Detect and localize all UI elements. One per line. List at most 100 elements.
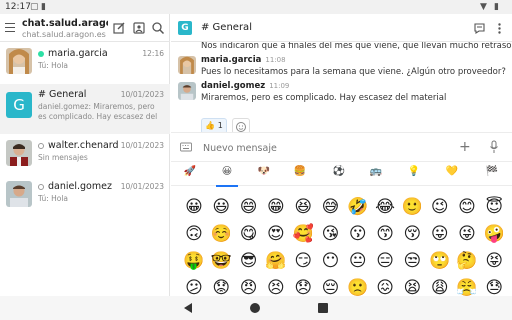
message-author[interactable]: maria.garcia 11:08	[201, 55, 286, 65]
emoji-tab-flags[interactable]: 🏁	[481, 166, 503, 182]
emoji-item[interactable]: 😶	[320, 250, 342, 272]
emoji-tab-activities[interactable]: ⚽	[328, 166, 350, 182]
emoji-item[interactable]: 😃	[210, 196, 232, 218]
chat-header: G # General	[171, 14, 512, 42]
emoji-item[interactable]: 😅	[320, 196, 342, 218]
home-icon[interactable]	[250, 303, 260, 313]
keyboard-icon[interactable]	[180, 142, 192, 152]
emoji-item[interactable]: 😂	[374, 196, 396, 218]
room-date: 12:16	[142, 49, 164, 58]
online-status-icon	[38, 50, 44, 57]
emoji-item[interactable]: 😒	[401, 250, 423, 272]
emoji-tab-food[interactable]: 🍔	[289, 166, 311, 182]
room-item-daniel-gomez[interactable]: daniel.gomez 10/01/2023 Tú: Hola	[0, 176, 170, 216]
emoji-item[interactable]: 😗	[347, 223, 369, 245]
message-input[interactable]	[203, 141, 423, 155]
emoji-tab-travel[interactable]: 🚌	[365, 166, 387, 182]
room-avatar: G	[178, 21, 192, 35]
new-message-icon[interactable]	[112, 21, 126, 35]
emoji-grid: 😀 😃 😄 😁 😆 😅 🤣 😂 🙂 😉 😊 😇 🙃 ☺️ 😋 😍 🥰 😘 😗 😙 😚 😛 😜 🤪 🤑 🤓 😎 🤗 😏 😶 😐 😑 😒 🙄 🤔 😝 😕 😟 😠…	[171, 186, 512, 298]
emoji-item[interactable]: 😄	[238, 196, 260, 218]
server-subtitle: chat.salud.aragon.es	[22, 30, 106, 39]
emoji-item[interactable]: 😑	[374, 250, 396, 272]
message-composer: +	[171, 132, 512, 162]
emoji-tab-smileys[interactable]: 😀	[216, 166, 238, 187]
emoji-item[interactable]: 😆	[292, 196, 314, 218]
directory-icon[interactable]	[132, 21, 146, 35]
nfc-icon: ▢	[30, 2, 39, 12]
room-list-sidebar: chat.salud.aragon.es chat.salud.aragon.e…	[0, 14, 170, 296]
emoji-item[interactable]: 😚	[401, 223, 423, 245]
emoji-item[interactable]: 😀	[183, 196, 205, 218]
emoji-item[interactable]: 😎	[238, 250, 260, 272]
emoji-tab-animals[interactable]: 🐶	[253, 166, 275, 182]
emoji-item[interactable]: 🙃	[183, 223, 205, 245]
emoji-item[interactable]: 😙	[374, 223, 396, 245]
avatar	[6, 140, 32, 166]
server-title[interactable]: chat.salud.aragon.es	[22, 18, 108, 29]
room-name: daniel.gomez	[38, 181, 112, 192]
sim-icon: ▮	[41, 2, 46, 12]
emoji-item[interactable]: 🥰	[292, 223, 314, 245]
message-author[interactable]: daniel.gomez 11:09	[201, 81, 289, 91]
room-name: maria.garcia	[38, 48, 108, 59]
emoji-item[interactable]: 😉	[429, 196, 451, 218]
emoji-tab-recent[interactable]: 🚀	[179, 166, 201, 182]
emoji-item[interactable]: 🤗	[265, 250, 287, 272]
reaction-thumbs-up[interactable]: 👍 1	[201, 118, 227, 132]
back-icon[interactable]	[184, 303, 192, 313]
emoji-item[interactable]: 😝	[483, 250, 505, 272]
room-name: walter.chenard	[38, 140, 119, 151]
battery-icon: ▮	[494, 2, 499, 12]
emoji-tab-symbols[interactable]: 💛	[441, 166, 463, 182]
room-avatar: G	[6, 92, 32, 118]
sidebar-header: chat.salud.aragon.es chat.salud.aragon.e…	[0, 14, 170, 42]
emoji-category-tabs: 🚀 😀 🐶 🍔 ⚽ 🚌 💡 💛 🏁	[171, 162, 512, 187]
add-reaction-icon	[236, 122, 246, 132]
emoji-item[interactable]: 😘	[320, 223, 342, 245]
system-nav-bar	[0, 296, 512, 320]
emoji-item[interactable]: 😏	[292, 250, 314, 272]
emoji-item[interactable]: 🤣	[347, 196, 369, 218]
add-reaction-button[interactable]	[232, 118, 250, 132]
plus-icon[interactable]: +	[459, 139, 471, 155]
emoji-item[interactable]: 😋	[238, 223, 260, 245]
room-last-message: Sin mensajes	[38, 153, 88, 162]
room-item-walter-chenard[interactable]: walter.chenard 10/01/2023 Sin mensajes	[0, 135, 170, 175]
emoji-item[interactable]: 😊	[456, 196, 478, 218]
offline-status-icon	[38, 183, 44, 190]
emoji-item[interactable]: 🤑	[183, 250, 205, 272]
room-date: 10/01/2023	[120, 90, 164, 99]
message-text: Pues lo necesitamos para la semana que v…	[201, 67, 506, 77]
emoji-item[interactable]: 😛	[429, 223, 451, 245]
recent-apps-icon[interactable]	[318, 303, 328, 313]
emoji-item[interactable]: 😐	[347, 250, 369, 272]
room-menu-icon[interactable]	[493, 22, 506, 35]
threads-icon[interactable]	[473, 22, 486, 35]
chat-panel: G # General Nos indicaron que a finales …	[171, 14, 512, 298]
offline-status-icon	[38, 142, 44, 149]
search-icon[interactable]	[151, 21, 165, 35]
emoji-item[interactable]: 🙂	[401, 196, 423, 218]
emoji-item[interactable]: 😍	[265, 223, 287, 245]
emoji-item[interactable]: 🤪	[483, 223, 505, 245]
room-item-general[interactable]: G # General 10/01/2023 daniel.gomez: Mir…	[0, 84, 170, 134]
message-time: 11:08	[265, 56, 286, 64]
menu-icon[interactable]	[5, 23, 15, 32]
emoji-item[interactable]: ☺️	[210, 223, 232, 245]
status-bar: 12:17 ▢ ▮ ▼ ▮	[0, 0, 512, 14]
avatar	[6, 181, 32, 207]
emoji-item[interactable]: 😇	[483, 196, 505, 218]
emoji-item[interactable]: 🙄	[429, 250, 451, 272]
emoji-item[interactable]: 😁	[265, 196, 287, 218]
room-date: 10/01/2023	[120, 141, 164, 150]
chat-title[interactable]: # General	[201, 22, 252, 33]
room-item-maria-garcia[interactable]: maria.garcia 12:16 Tú: Hola	[0, 43, 170, 83]
microphone-icon[interactable]	[489, 140, 499, 154]
emoji-item[interactable]: 🤓	[210, 250, 232, 272]
emoji-item[interactable]: 😜	[456, 223, 478, 245]
emoji-item[interactable]: 🤔	[456, 250, 478, 272]
emoji-tab-objects[interactable]: 💡	[403, 166, 425, 182]
avatar	[178, 56, 196, 74]
room-date: 10/01/2023	[120, 182, 164, 191]
